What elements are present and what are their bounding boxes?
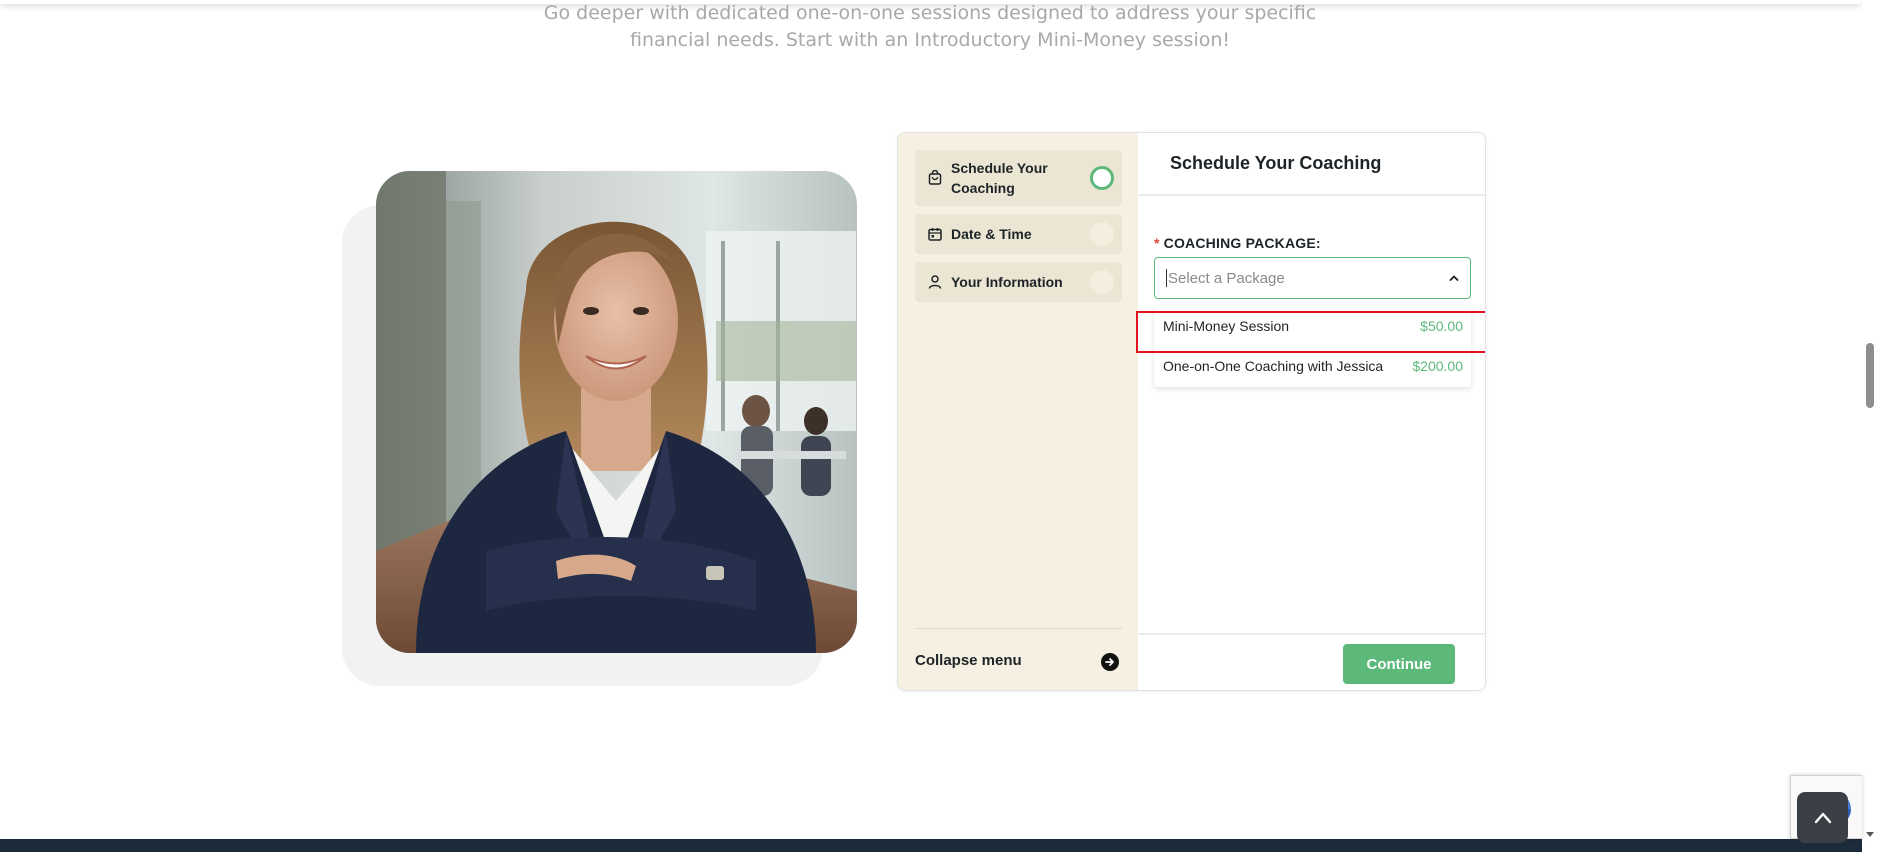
calendar-icon <box>928 228 942 241</box>
steps-sidebar: Schedule Your Coaching Date & Time Your … <box>898 133 1138 690</box>
package-select[interactable]: Select a Package <box>1154 257 1471 299</box>
text-caret <box>1166 269 1167 287</box>
field-label-text: COACHING PACKAGE: <box>1163 235 1321 251</box>
step-date-time-label: Date & Time <box>951 226 1032 242</box>
step-schedule-coaching-label: Schedule Your Coaching <box>951 158 1048 198</box>
coaching-package-label: * COACHING PACKAGE: <box>1154 235 1321 251</box>
step-status-pending <box>1090 270 1114 294</box>
step-your-information[interactable]: Your Information <box>915 262 1122 302</box>
page: Go deeper with dedicated one-on-one sess… <box>0 0 1878 852</box>
scroll-down-arrow-icon[interactable] <box>1866 832 1874 837</box>
site-footer <box>0 839 1862 852</box>
select-placeholder: Select a Package <box>1168 270 1285 287</box>
collapse-menu-label: Collapse menu <box>915 652 1022 669</box>
scrollbar-thumb[interactable] <box>1866 343 1874 408</box>
page-scrollbar[interactable] <box>1862 0 1878 852</box>
step-label-line-1: Schedule Your <box>951 160 1048 176</box>
step-status-active <box>1090 166 1114 190</box>
selection-highlight <box>1136 311 1485 353</box>
booking-widget: Schedule Your Coaching Date & Time Your … <box>897 132 1486 691</box>
header-divider <box>1138 194 1485 196</box>
coach-photo <box>376 171 857 653</box>
required-mark: * <box>1154 235 1160 251</box>
user-icon <box>928 275 942 289</box>
back-to-top-button[interactable] <box>1797 792 1848 843</box>
footer-divider <box>1138 633 1485 635</box>
step-status-pending <box>1090 222 1114 246</box>
option-name: One-on-One Coaching with Jessica <box>1163 358 1384 374</box>
step-label-line-2: Coaching <box>951 180 1015 196</box>
step-schedule-coaching[interactable]: Schedule Your Coaching <box>915 150 1122 206</box>
main-panel: Schedule Your Coaching * COACHING PACKAGE… <box>1136 133 1485 690</box>
chevron-up-icon[interactable] <box>1448 272 1460 284</box>
option-price: $200.00 <box>1412 358 1463 374</box>
bag-icon <box>928 170 942 185</box>
panel-title: Schedule Your Coaching <box>1170 153 1382 173</box>
chevron-up-icon <box>1814 812 1832 824</box>
step-date-time[interactable]: Date & Time <box>915 214 1122 254</box>
intro-text: Go deeper with dedicated one-on-one sess… <box>540 0 1320 54</box>
intro-line-2: financial needs. Start with an Introduct… <box>629 29 1231 51</box>
arrow-right-circle-icon <box>1101 653 1119 671</box>
continue-button[interactable]: Continue <box>1343 644 1455 684</box>
step-your-information-label: Your Information <box>951 274 1063 290</box>
intro-line-1: Go deeper with dedicated one-on-one sess… <box>543 2 1317 24</box>
collapse-menu-button[interactable]: Collapse menu <box>915 628 1122 688</box>
